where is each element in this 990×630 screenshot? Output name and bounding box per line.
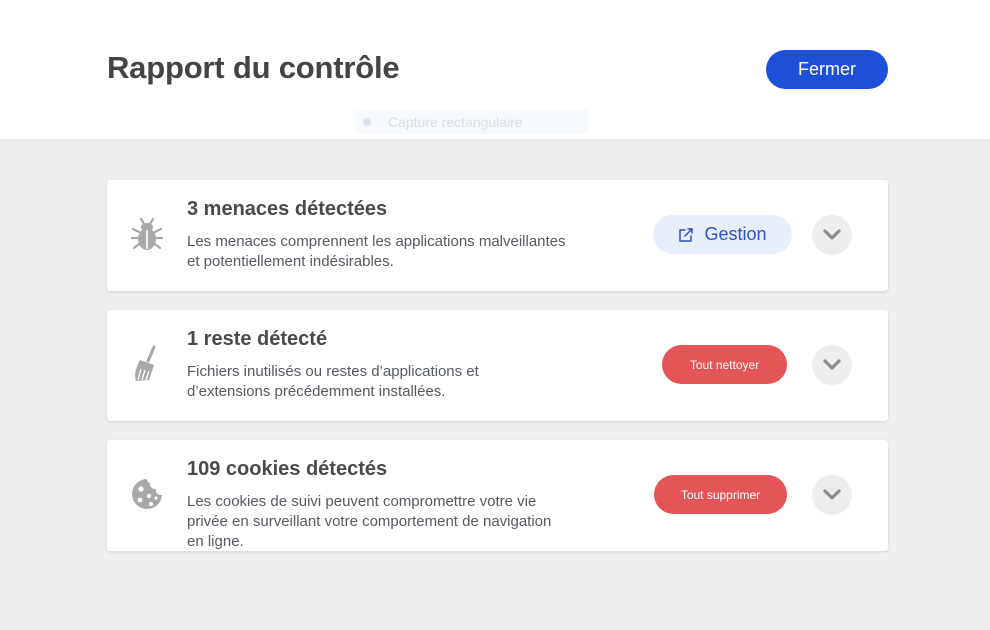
desc-line: d’extensions précédemment installées. bbox=[187, 383, 446, 400]
broom-icon bbox=[127, 344, 167, 384]
cookies-card: 109 cookies détectés Les cookies de suiv… bbox=[107, 440, 888, 551]
delete-all-button[interactable]: Tout supprimer bbox=[654, 475, 787, 514]
bug-icon bbox=[127, 214, 167, 254]
chevron-down-icon bbox=[823, 359, 841, 370]
card-title: 109 cookies détectés bbox=[187, 458, 388, 480]
card-title: 1 reste détecté bbox=[187, 328, 328, 350]
capture-tooltip: Capture rectangulaire bbox=[355, 110, 588, 134]
capture-label: Capture rectangulaire bbox=[388, 114, 523, 130]
desc-line: privée en surveillant votre comportement… bbox=[187, 513, 552, 530]
cookie-icon bbox=[127, 474, 167, 514]
page-title: Rapport du contrôle bbox=[107, 50, 400, 85]
clean-all-button[interactable]: Tout nettoyer bbox=[662, 345, 787, 384]
chevron-down-icon bbox=[823, 489, 841, 500]
desc-line: et potentiellement indésirables. bbox=[187, 253, 394, 270]
card-description: Les cookies de suivi peuvent compromettr… bbox=[187, 492, 607, 552]
threats-card: 3 menaces détectées Les menaces comprenn… bbox=[107, 180, 888, 291]
chevron-down-icon bbox=[823, 229, 841, 240]
card-description: Fichiers inutilisés ou restes d’applicat… bbox=[187, 362, 607, 402]
expand-button[interactable] bbox=[812, 345, 852, 385]
expand-button[interactable] bbox=[812, 215, 852, 255]
external-link-icon bbox=[679, 227, 694, 242]
card-description: Les menaces comprennent les applications… bbox=[187, 232, 607, 272]
manage-button[interactable]: Gestion bbox=[653, 215, 792, 254]
desc-line: Fichiers inutilisés ou restes d’applicat… bbox=[187, 363, 479, 380]
capture-dot-icon bbox=[363, 118, 371, 126]
close-button[interactable]: Fermer bbox=[766, 50, 888, 89]
manage-label: Gestion bbox=[704, 224, 767, 244]
desc-line: Les menaces comprennent les applications… bbox=[187, 233, 566, 250]
desc-line: Les cookies de suivi peuvent compromettr… bbox=[187, 493, 537, 510]
expand-button[interactable] bbox=[812, 475, 852, 515]
desc-line: en ligne. bbox=[187, 533, 244, 550]
card-title: 3 menaces détectées bbox=[187, 198, 388, 220]
leftovers-card: 1 reste détecté Fichiers inutilisés ou r… bbox=[107, 310, 888, 421]
